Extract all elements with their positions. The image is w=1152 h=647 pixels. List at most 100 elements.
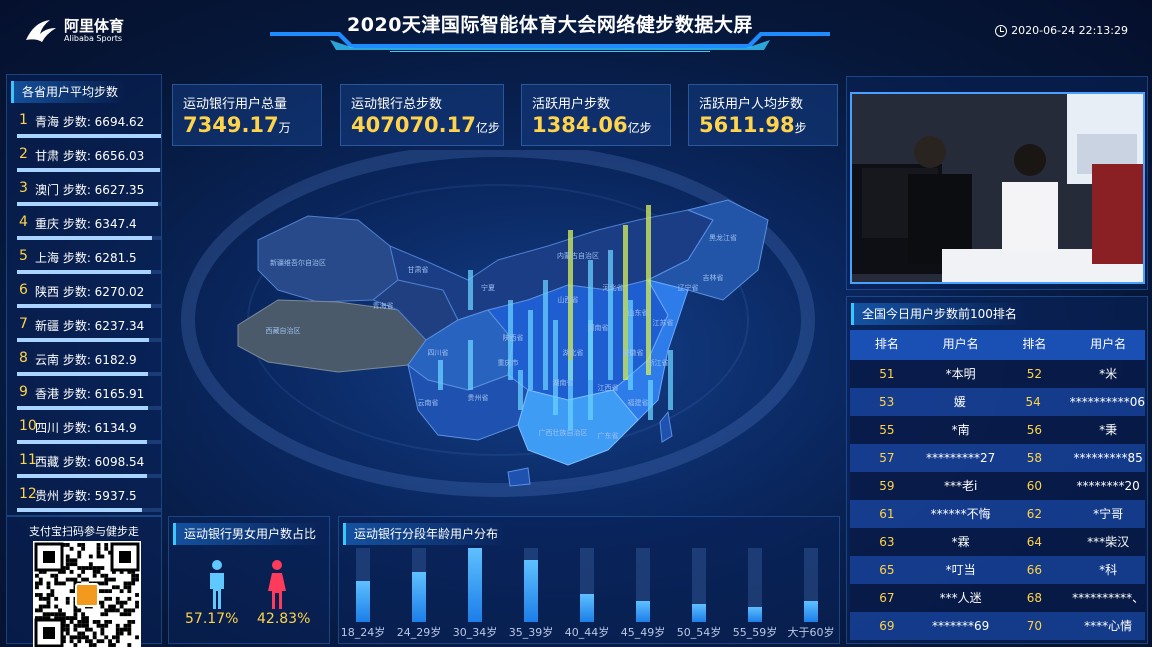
ranking-body: 51 *本明 52 *米 53 媛 54 **********06 55 *南 56 *秉 57 ****… — [850, 360, 1145, 640]
kpi-value: 407070.17 — [351, 113, 476, 137]
ranking-username: ***老i — [943, 479, 978, 493]
ranking-row: 61 ******不悔 62 *宁哥 — [850, 500, 1145, 528]
ranking-username: **********06 — [1069, 395, 1145, 409]
province-bar — [17, 304, 151, 308]
qr-code[interactable] — [33, 541, 141, 647]
province-rank: 6 — [19, 282, 28, 298]
live-video[interactable] — [850, 92, 1145, 284]
kpi-label: 活跃用户人均步数 — [699, 97, 804, 112]
age-bar — [524, 559, 538, 622]
kpi-value-line: 5611.98步 — [699, 113, 807, 137]
gender-panel: 运动银行男女用户数占比 57.17% 42.83% — [168, 516, 330, 644]
kpi-value: 1384.06 — [532, 113, 628, 137]
map-province-label: 陕西省 — [503, 333, 524, 342]
province-bar-track — [17, 270, 161, 274]
ranking-username: *本明 — [945, 367, 976, 381]
province-bar-track — [17, 236, 161, 240]
china-map-svg: 新疆维吾尔自治区西藏自治区 青海省 甘肃省四川省云南省 内蒙古自治区 黑龙江省吉林省辽宁… — [181, 143, 815, 497]
ranking-username: ***柴汉 — [1087, 535, 1130, 549]
header: 阿里体育 Alibaba Sports 2020天津国际智能体育大会网络健步数据… — [0, 0, 1152, 66]
age-label: 55_59岁 — [732, 626, 778, 639]
ranking-rank: 53 — [878, 395, 895, 409]
map-pillar — [608, 250, 613, 380]
female-percent: 42.83% — [257, 611, 311, 627]
map-province-label: 广西壮族自治区 — [539, 428, 588, 437]
province-steps: 香港 步数: 6165.91 — [35, 387, 145, 401]
province-bar-track — [17, 338, 161, 342]
kpi-label: 活跃用户步数 — [532, 97, 611, 112]
ranking-username: *科 — [1099, 563, 1118, 577]
ranking-username: *南 — [951, 423, 970, 437]
age-label: 24_29岁 — [396, 626, 442, 639]
age-bar-track — [580, 548, 594, 622]
province-row: 6 陕西 步数: 6270.02 — [15, 279, 165, 313]
province-bar — [17, 406, 149, 410]
ranking-username: ****心情 — [1084, 619, 1133, 633]
ranking-username: *秉 — [1099, 423, 1118, 437]
qr-panel: 支付宝扫码参与健步走 — [6, 516, 162, 647]
province-steps: 青海 步数: 6694.62 — [35, 115, 145, 129]
ranking-header: 排名 用户名 排名 用户名 — [850, 330, 1145, 360]
ranking-username: *********85 — [1073, 451, 1143, 465]
kpi-card: 活跃用户步数 1384.06亿步 — [521, 84, 671, 146]
province-steps: 四川 步数: 6134.9 — [35, 421, 137, 435]
province-row: 11 西藏 步数: 6098.54 — [15, 449, 165, 483]
province-rank: 1 — [19, 112, 28, 128]
map-province-label: 黑龙江省 — [709, 233, 737, 242]
ranking-row: 69 *******69 70 ****心情 — [850, 612, 1145, 640]
province-bar — [17, 474, 147, 478]
age-bar-track — [636, 548, 650, 622]
age-bar — [356, 581, 370, 622]
map-pillar — [588, 320, 593, 420]
province-row: 5 上海 步数: 6281.5 — [15, 245, 165, 279]
ranking-header-cell: 排名 — [1022, 337, 1047, 351]
logo-en: Alibaba Sports — [64, 34, 123, 43]
map-pillar — [438, 360, 443, 390]
map-province-label: 西藏自治区 — [266, 326, 301, 335]
map-province-label: 新疆维吾尔自治区 — [270, 258, 326, 267]
province-row: 4 重庆 步数: 6347.4 — [15, 211, 165, 245]
china-map[interactable]: 新疆维吾尔自治区 西藏自治区 青海省 甘肃省 四川省 云南省 内蒙古自治区 黑龙江省 吉林省 辽宁… — [168, 143, 840, 510]
age-bar-track — [748, 548, 762, 622]
age-bar — [468, 548, 482, 622]
ranking-row: 63 *霖 64 ***柴汉 — [850, 528, 1145, 556]
province-list: 1 青海 步数: 6694.62 2 甘肃 步数: 6656.03 3 澳门 步数: 66… — [15, 109, 165, 517]
province-steps: 甘肃 步数: 6656.03 — [35, 149, 145, 163]
province-steps: 陕西 步数: 6270.02 — [35, 285, 145, 299]
age-bar — [412, 571, 426, 622]
age-label: 18_24岁 — [340, 626, 386, 639]
province-steps: 西藏 步数: 6098.54 — [35, 455, 145, 469]
province-row: 1 青海 步数: 6694.62 — [15, 109, 165, 143]
ranking-panel-title: 全国今日用户步数前100排名 — [851, 303, 1025, 325]
map-pillar — [468, 340, 473, 390]
age-bar-track — [692, 548, 706, 622]
ranking-username: *霖 — [951, 535, 970, 549]
ranking-row: 67 ***人迷 68 **********、 — [850, 584, 1145, 612]
province-rank: 3 — [19, 180, 28, 196]
province-bar — [17, 270, 151, 274]
kpi-value-line: 7349.17万 — [183, 113, 291, 137]
ranking-username: *米 — [1099, 367, 1118, 381]
ranking-rank: 57 — [879, 451, 895, 465]
ranking-rank: 64 — [1026, 535, 1043, 549]
ranking-rank: 66 — [1026, 563, 1043, 577]
ranking-username: *******69 — [931, 619, 990, 633]
province-rank: 9 — [19, 384, 28, 400]
ranking-username: *叮当 — [945, 563, 976, 577]
province-row: 10 四川 步数: 6134.9 — [15, 415, 165, 449]
map-pillar — [568, 360, 573, 430]
map-pillar — [646, 205, 651, 375]
age-bar — [580, 593, 594, 622]
map-province-label: 云南省 — [418, 398, 439, 407]
kpi-unit: 万 — [278, 121, 291, 135]
ranking-username: *********27 — [925, 451, 996, 465]
ranking-rank: 63 — [879, 535, 895, 549]
qr-logo-icon — [75, 583, 99, 607]
map-province-label: 广东省 — [598, 431, 619, 440]
ranking-username: 媛 — [953, 395, 966, 409]
qr-title: 支付宝扫码参与健步走 — [29, 525, 139, 538]
map-province-label: 贵州省 — [468, 393, 489, 402]
province-steps: 云南 步数: 6182.9 — [35, 353, 137, 367]
kpi-unit: 步 — [794, 121, 807, 135]
ranking-header-cell: 用户名 — [942, 337, 979, 351]
